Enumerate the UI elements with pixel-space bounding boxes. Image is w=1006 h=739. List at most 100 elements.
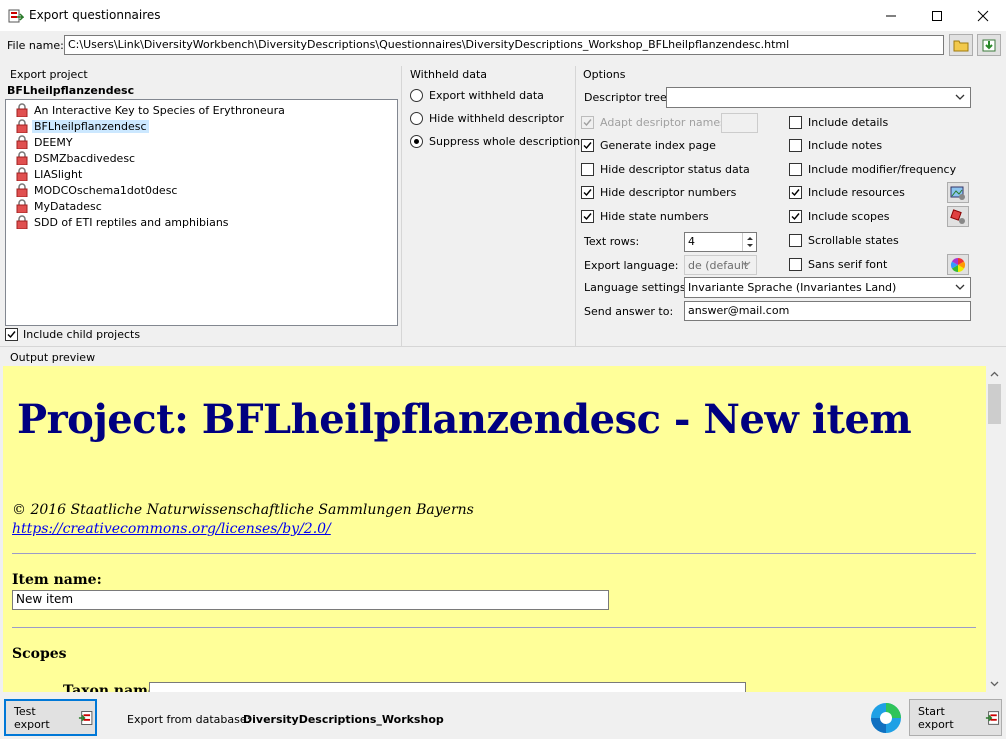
save-file-button[interactable] (977, 34, 1001, 56)
check-icon (583, 213, 592, 221)
include-notes-checkbox[interactable] (789, 139, 802, 152)
lock-icon (16, 135, 28, 149)
chevron-down-icon (955, 284, 965, 290)
close-icon (977, 10, 989, 21)
hide-status-checkbox[interactable] (581, 163, 594, 176)
chevron-down-icon (741, 261, 751, 267)
maximize-button[interactable] (914, 0, 960, 31)
tree-item-label: An Interactive Key to Species of Erythro… (34, 103, 285, 117)
adapt-names-checkbox[interactable] (581, 116, 594, 129)
browser-preview-button[interactable] (867, 700, 905, 736)
panel-divider (575, 66, 576, 346)
include-scopes-checkbox[interactable] (789, 210, 802, 223)
text-rows-spinner[interactable] (742, 233, 756, 251)
start-export-button[interactable]: Start export (909, 699, 1002, 736)
preview-taxon-name-label: Taxon name: (63, 683, 163, 692)
color-settings-button[interactable] (947, 254, 969, 275)
scopes-settings-button[interactable] (947, 206, 969, 227)
scope-settings-icon (950, 208, 965, 224)
project-tree[interactable]: An Interactive Key to Species of Erythro… (5, 99, 398, 326)
check-icon (791, 213, 800, 221)
minimize-button[interactable] (868, 0, 914, 31)
tree-item[interactable]: MODCOschema1dot0desc (16, 182, 178, 198)
include-details-checkbox[interactable] (789, 116, 802, 129)
language-settings-select[interactable]: Invariante Sprache (Invariantes Land) (684, 277, 971, 298)
scrollable-states-label: Scrollable states (808, 234, 899, 247)
language-settings-value: Invariante Sprache (Invariantes Land) (688, 281, 897, 294)
hide-state-numbers-label: Hide state numbers (600, 210, 709, 223)
spinner-arrows-icon (747, 237, 753, 247)
descriptor-tree-label: Descriptor tree: (584, 91, 671, 104)
preview-item-name-input[interactable]: New item (12, 590, 609, 610)
send-answer-label: Send answer to: (584, 305, 674, 318)
file-name-input[interactable]: C:\Users\Link\DiversityWorkbench\Diversi… (64, 35, 944, 55)
save-export-icon (982, 39, 996, 52)
tree-item[interactable]: LIASlight (16, 166, 82, 182)
minimize-icon (886, 15, 896, 16)
adapt-names-input[interactable] (721, 113, 758, 133)
language-settings-label: Language settings: (584, 281, 690, 294)
text-rows-value: 4 (688, 235, 695, 248)
output-preview-pane[interactable]: Project: BFLheilpflanzendesc - New item … (3, 366, 986, 692)
lock-icon (16, 151, 28, 165)
hide-descriptor-numbers-label: Hide descriptor numbers (600, 186, 737, 199)
database-name: DiversityDescriptions_Workshop (243, 713, 444, 726)
tree-item-selected[interactable]: BFLheilpflanzendesc (16, 118, 149, 134)
tree-item[interactable]: MyDatadesc (16, 198, 102, 214)
scroll-down-icon (990, 681, 999, 687)
sans-serif-checkbox[interactable] (789, 258, 802, 271)
tree-item-label: DSMZbacdivedesc (34, 151, 136, 165)
preview-divider (12, 553, 976, 554)
suppress-description-radio[interactable] (410, 135, 423, 148)
include-modifier-checkbox[interactable] (789, 163, 802, 176)
generate-index-checkbox[interactable] (581, 139, 594, 152)
section-divider (0, 346, 1006, 347)
close-button[interactable] (960, 0, 1006, 31)
include-notes-label: Include notes (808, 139, 883, 152)
check-icon (583, 142, 592, 150)
test-export-label: Test export (14, 704, 50, 731)
start-export-label: Start export (918, 704, 954, 731)
tree-item[interactable]: SDD of ETI reptiles and amphibians (16, 214, 229, 230)
preview-taxon-name-input[interactable] (149, 682, 746, 692)
test-export-button[interactable]: Test export (4, 699, 97, 736)
include-resources-checkbox[interactable] (789, 186, 802, 199)
send-answer-input[interactable]: answer@mail.com (684, 301, 971, 321)
export-language-select[interactable]: de (default (684, 255, 757, 275)
export-withheld-radio[interactable] (410, 89, 423, 102)
include-details-label: Include details (808, 116, 889, 129)
preview-copyright: © 2016 Staatliche Naturwissenschaftliche… (12, 502, 474, 518)
scrollable-states-checkbox[interactable] (789, 234, 802, 247)
lock-icon (16, 215, 28, 229)
preview-divider (12, 627, 976, 628)
lock-icon (16, 167, 28, 181)
hide-state-numbers-checkbox[interactable] (581, 210, 594, 223)
check-icon (791, 189, 800, 197)
export-icon (79, 710, 93, 725)
tree-item-label: SDD of ETI reptiles and amphibians (34, 215, 229, 229)
include-resources-label: Include resources (808, 186, 905, 199)
hide-descriptor-numbers-checkbox[interactable] (581, 186, 594, 199)
tree-item[interactable]: DEEMY (16, 134, 73, 150)
check-icon (7, 331, 16, 339)
preview-license-link[interactable]: https://creativecommons.org/licenses/by/… (12, 521, 331, 537)
suppress-description-label: Suppress whole description (429, 135, 581, 148)
include-child-projects-checkbox[interactable] (5, 328, 18, 341)
tree-item[interactable]: An Interactive Key to Species of Erythro… (16, 102, 285, 118)
descriptor-tree-select[interactable] (666, 87, 971, 108)
include-modifier-label: Include modifier/frequency (808, 163, 957, 176)
scroll-up-icon (990, 371, 999, 377)
maximize-icon (932, 10, 942, 21)
tree-item-label: MODCOschema1dot0desc (34, 183, 178, 197)
preview-scrollbar[interactable] (986, 366, 1003, 692)
resources-settings-button[interactable] (947, 182, 969, 203)
scrollbar-thumb[interactable] (988, 384, 1001, 424)
open-folder-button[interactable] (949, 34, 973, 56)
hide-withheld-radio[interactable] (410, 112, 423, 125)
export-language-label: Export language: (584, 259, 679, 272)
tree-item[interactable]: DSMZbacdivedesc (16, 150, 136, 166)
sans-serif-label: Sans serif font (808, 258, 888, 271)
chevron-down-icon (955, 94, 965, 100)
tree-item-label: MyDatadesc (34, 199, 102, 213)
export-withheld-label: Export withheld data (429, 89, 544, 102)
